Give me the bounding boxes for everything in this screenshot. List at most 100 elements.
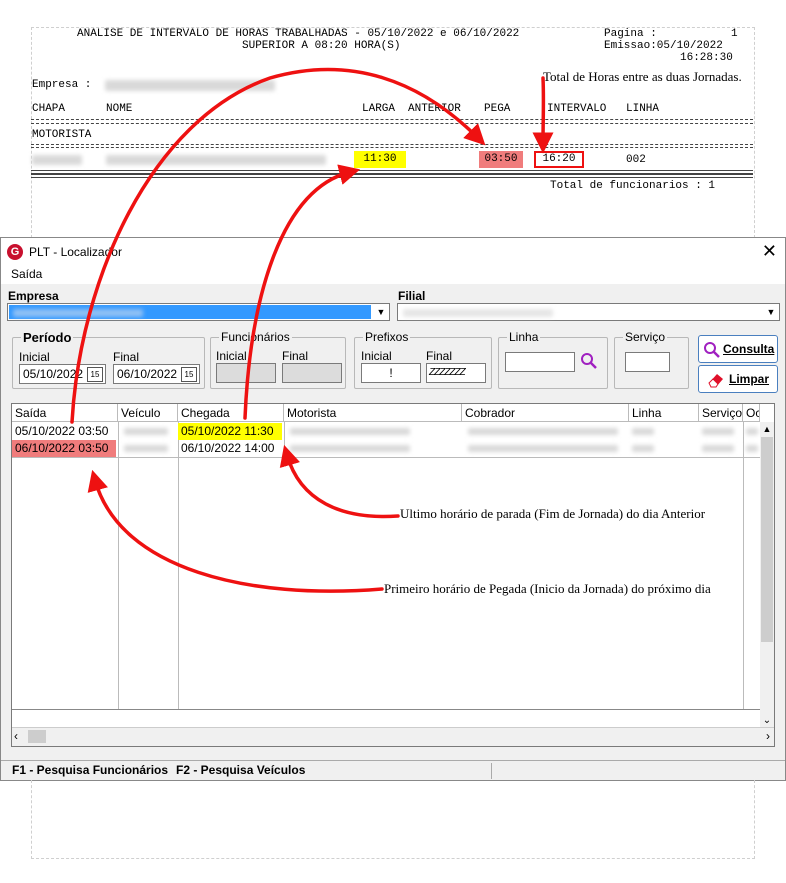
report-page — [31, 27, 755, 238]
empresa-select[interactable]: ▼ — [7, 303, 390, 321]
column-header-motorista[interactable]: Motorista — [284, 404, 462, 422]
periodo-final-date-field[interactable]: 06/10/2022 15 — [113, 364, 200, 384]
header-nome: NOME — [106, 103, 133, 115]
report-rule — [31, 147, 753, 148]
chevron-down-icon[interactable]: ▼ — [763, 304, 779, 320]
periodo-inicial-value: 05/10/2022 — [23, 367, 84, 381]
row1-chegada[interactable]: 05/10/2022 11:30 — [178, 423, 282, 440]
annotation-last-stop: Ultimo horário de parada (Fim de Jornada… — [400, 506, 706, 522]
prefixos-inicial-field[interactable]: ! — [361, 363, 421, 383]
consulta-button[interactable]: Consulta — [698, 335, 778, 363]
periodo-title: Período — [21, 330, 74, 345]
scroll-right-icon[interactable]: › — [766, 728, 770, 745]
funcionarios-title: Funcionários — [219, 330, 292, 344]
calendar-icon[interactable]: 15 — [87, 367, 103, 382]
column-header-cobrador[interactable]: Cobrador — [462, 404, 629, 422]
row-divider — [12, 457, 760, 458]
funcionarios-inicial-field[interactable] — [216, 363, 276, 383]
column-divider — [178, 422, 179, 710]
prefixos-group: Prefixos Inicial Final ! ZZZZZZZ — [354, 330, 492, 389]
status-divider — [491, 763, 492, 779]
blurred-linha — [632, 445, 654, 452]
report-title: ANALISE DE INTERVALO DE HORAS TRABALHADA… — [77, 28, 520, 40]
column-divider — [284, 422, 285, 456]
row1-saida[interactable]: 05/10/2022 03:50 — [12, 423, 118, 440]
report-pega-value: 03:50 — [479, 151, 523, 168]
title-bar: G PLT - Localizador ✕ — [1, 238, 785, 266]
vertical-scrollbar[interactable]: ▲ ⌄ — [760, 422, 774, 728]
column-header-oc[interactable]: Oc — [743, 404, 760, 422]
blurred-oc — [746, 445, 758, 452]
prefixos-final-label: Final — [426, 349, 453, 363]
limpar-button[interactable]: Limpar — [698, 365, 778, 393]
report-intervalo-value: 16:20 — [534, 151, 584, 168]
prefixos-inicial-label: Inicial — [361, 349, 392, 363]
row2-chegada[interactable]: 06/10/2022 14:00 — [178, 440, 282, 457]
menu-saida[interactable]: Saída — [11, 267, 42, 281]
empresa-selected-blurred — [9, 305, 371, 319]
report-page-label: Pagina : — [604, 28, 657, 40]
status-f1-hint: F1 - Pesquisa Funcionários — [12, 763, 169, 777]
servico-group: Serviço — [614, 330, 689, 389]
header-linha: LINHA — [626, 103, 660, 115]
blurred-servico — [702, 428, 734, 435]
results-grid: Saída Veículo Chegada Motorista Cobrador… — [11, 403, 775, 747]
search-icon[interactable] — [580, 352, 598, 370]
periodo-inicial-date-field[interactable]: 05/10/2022 15 — [19, 364, 106, 384]
blurred-veiculo — [124, 428, 168, 435]
linha-group: Linha — [498, 330, 608, 389]
scroll-thumb[interactable] — [28, 730, 46, 743]
blurred-linha — [632, 428, 654, 435]
window-title: PLT - Localizador — [29, 245, 122, 259]
scroll-thumb[interactable] — [761, 437, 773, 642]
search-icon — [704, 342, 720, 358]
calendar-icon[interactable]: 15 — [181, 367, 197, 382]
grid-bottom-line — [12, 709, 760, 710]
row2-saida[interactable]: 06/10/2022 03:50 — [12, 440, 116, 457]
header-pega: PEGA — [484, 103, 511, 115]
column-divider — [118, 422, 119, 710]
prefixos-final-field[interactable]: ZZZZZZZ — [426, 363, 486, 383]
annotation-total-hours: Total de Horas entre as duas Jornadas. — [543, 69, 742, 85]
scroll-up-icon[interactable]: ▲ — [760, 422, 774, 436]
report-section-motorista: MOTORISTA — [32, 129, 92, 141]
funcionarios-inicial-label: Inicial — [216, 349, 247, 363]
report-emission-date: Emissao:05/10/2022 — [604, 40, 723, 52]
report-rule — [31, 144, 753, 145]
header-intervalo: INTERVALO — [547, 103, 607, 115]
column-divider — [743, 422, 744, 710]
blurred-veiculo — [124, 445, 168, 452]
empresa-label: Empresa — [8, 289, 59, 303]
blurred-servico — [702, 445, 734, 452]
report-empresa-label: Empresa : — [32, 79, 92, 91]
column-header-servico[interactable]: Serviço — [699, 404, 743, 422]
column-header-saida[interactable]: Saída — [12, 404, 118, 422]
linha-input[interactable] — [505, 352, 575, 372]
periodo-final-value: 06/10/2022 — [117, 367, 178, 381]
header-chapa: CHAPA — [32, 103, 66, 115]
report-linha-value: 002 — [626, 154, 646, 166]
column-header-veiculo[interactable]: Veículo — [118, 404, 178, 422]
close-icon[interactable]: ✕ — [762, 241, 777, 262]
horizontal-scrollbar[interactable]: ‹ › — [12, 727, 774, 746]
funcionarios-group: Funcionários Inicial Final — [210, 330, 346, 389]
report-subtitle: SUPERIOR A 08:20 HORA(S) — [242, 40, 401, 52]
servico-input[interactable] — [625, 352, 670, 372]
chevron-down-icon[interactable]: ▼ — [373, 304, 389, 320]
limpar-label: Limpar — [729, 372, 770, 386]
servico-title: Serviço — [623, 330, 668, 344]
scroll-down-icon[interactable]: ⌄ — [760, 714, 774, 728]
status-bar: F1 - Pesquisa Funcionários F2 - Pesquisa… — [1, 760, 785, 781]
status-f2-hint: F2 - Pesquisa Veículos — [176, 763, 306, 777]
funcionarios-final-field[interactable] — [282, 363, 342, 383]
column-header-linha[interactable]: Linha — [629, 404, 699, 422]
report-rule — [31, 119, 753, 120]
column-header-chegada[interactable]: Chegada — [178, 404, 284, 422]
blurred-oc — [746, 428, 758, 435]
filial-select[interactable]: ▼ — [397, 303, 780, 321]
report-rule — [31, 123, 753, 124]
scroll-left-icon[interactable]: ‹ — [14, 728, 18, 745]
menu-bar: Saída — [1, 266, 785, 284]
report-double-rule — [31, 174, 753, 178]
report-page-number: 1 — [731, 28, 738, 40]
